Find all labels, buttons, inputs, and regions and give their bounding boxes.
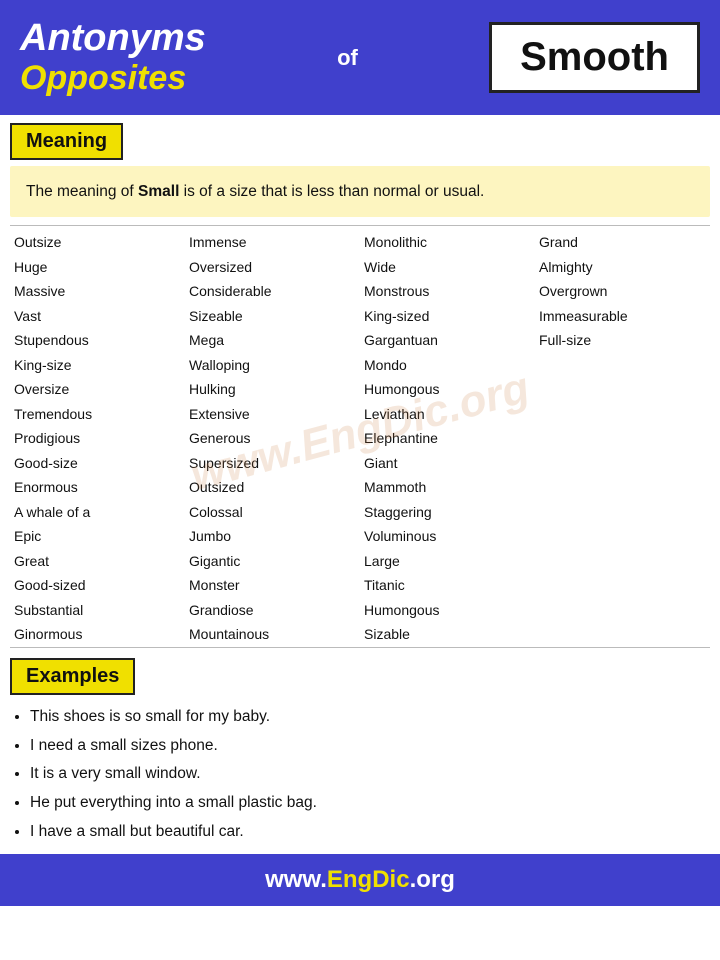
word-item: Stupendous [14,328,181,353]
word-item: Wide [364,255,531,280]
word-item: Staggering [364,500,531,525]
header-word: Smooth [520,35,669,80]
word-item: Immeasurable [539,304,706,329]
examples-label-row: Examples [0,648,720,695]
header-opposites: Opposites [20,60,206,97]
example-item: It is a very small window. [30,760,710,789]
word-item: Grandiose [189,598,356,623]
word-item: Immense [189,230,356,255]
word-item: Elephantine [364,426,531,451]
word-item: Sizable [364,622,531,647]
meaning-text-prefix: The meaning of [26,183,138,200]
word-item: Mammoth [364,475,531,500]
word-item: Mondo [364,353,531,378]
footer: www.EngDic.org [0,854,720,906]
word-item: Large [364,549,531,574]
word-item: Monster [189,573,356,598]
words-col-3: MonolithicWideMonstrousKing-sizedGargant… [360,230,535,647]
header: Antonyms Opposites of Smooth [0,0,720,115]
word-item: King-sized [364,304,531,329]
word-item: Extensive [189,402,356,427]
example-item: I have a small but beautiful car. [30,818,710,847]
footer-engdic: EngDic [327,866,410,893]
word-item: Oversized [189,255,356,280]
word-item: Prodigious [14,426,181,451]
meaning-text-bold: Small [138,183,179,200]
word-item: Sizeable [189,304,356,329]
header-antonyms: Antonyms [20,18,206,60]
word-item: King-size [14,353,181,378]
example-item: He put everything into a small plastic b… [30,789,710,818]
footer-prefix: www. [265,866,327,893]
header-word-box: Smooth [489,22,700,93]
word-item: Gargantuan [364,328,531,353]
word-item: Outsized [189,475,356,500]
meaning-text: The meaning of Small is of a size that i… [10,166,710,217]
word-item: Voluminous [364,524,531,549]
word-item: A whale of a [14,500,181,525]
word-item: Substantial [14,598,181,623]
words-col-1: OutsizeHugeMassiveVastStupendousKing-siz… [10,230,185,647]
example-item: This shoes is so small for my baby. [30,703,710,732]
word-item: Grand [539,230,706,255]
footer-text: www.EngDic.org [265,866,455,893]
word-item: Giant [364,451,531,476]
word-item: Monolithic [364,230,531,255]
word-item: Monstrous [364,279,531,304]
word-item: Mega [189,328,356,353]
word-item: Outsize [14,230,181,255]
word-item: Oversize [14,377,181,402]
meaning-section: Meaning The meaning of Small is of a siz… [0,115,720,217]
meaning-text-suffix: is of a size that is less than normal or… [179,183,484,200]
word-item: Humongous [364,377,531,402]
word-item: Jumbo [189,524,356,549]
word-item: Humongous [364,598,531,623]
words-col-4: GrandAlmightyOvergrownImmeasurableFull-s… [535,230,710,647]
word-item: Vast [14,304,181,329]
word-item: Titanic [364,573,531,598]
header-left: Antonyms Opposites [20,18,206,97]
word-item: Considerable [189,279,356,304]
word-item: Mountainous [189,622,356,647]
word-item: Overgrown [539,279,706,304]
word-item: Tremendous [14,402,181,427]
word-item: Epic [14,524,181,549]
words-grid: OutsizeHugeMassiveVastStupendousKing-siz… [10,225,710,647]
word-item: Gigantic [189,549,356,574]
examples-list: This shoes is so small for my baby.I nee… [0,695,720,854]
meaning-label-box: Meaning [10,123,123,160]
word-item: Great [14,549,181,574]
word-item: Generous [189,426,356,451]
word-item: Ginormous [14,622,181,647]
words-col-2: ImmenseOversizedConsiderableSizeableMega… [185,230,360,647]
word-item: Almighty [539,255,706,280]
word-item: Supersized [189,451,356,476]
examples-label-box: Examples [10,658,135,695]
word-item: Leviathan [364,402,531,427]
word-item: Hulking [189,377,356,402]
examples-section: Examples This shoes is so small for my b… [0,648,720,854]
header-of: of [337,45,358,71]
word-item: Good-size [14,451,181,476]
footer-org: org [416,866,455,893]
word-item: Full-size [539,328,706,353]
word-item: Walloping [189,353,356,378]
word-item: Good-sized [14,573,181,598]
meaning-label-row: Meaning [0,115,720,160]
word-item: Enormous [14,475,181,500]
word-item: Colossal [189,500,356,525]
words-section: www.EngDic.org OutsizeHugeMassiveVastStu… [0,217,720,647]
example-item: I need a small sizes phone. [30,732,710,761]
word-item: Massive [14,279,181,304]
word-item: Huge [14,255,181,280]
